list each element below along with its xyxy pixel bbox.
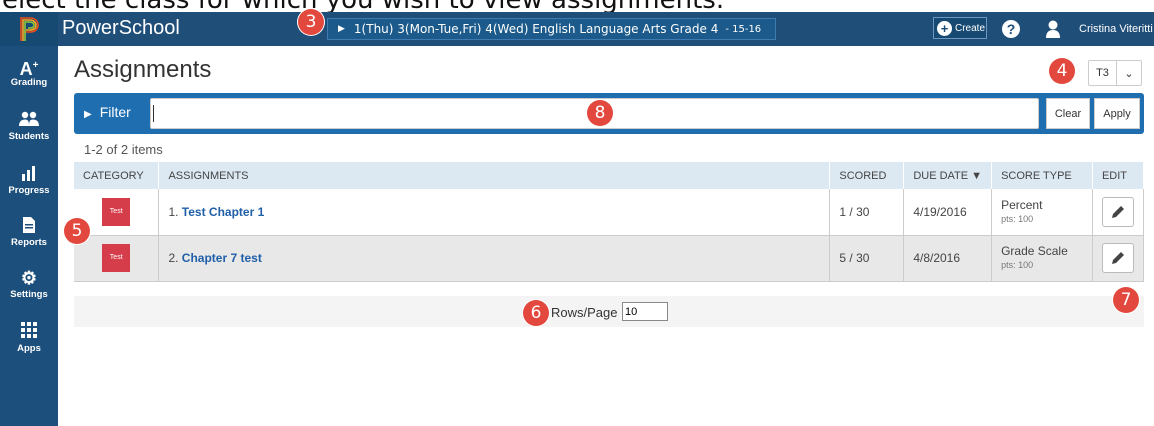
sidebar-item-label: Grading: [10, 77, 48, 88]
column-header-edit: EDIT: [1092, 162, 1145, 189]
score-type-label: Percent: [1001, 197, 1043, 212]
help-icon[interactable]: ?: [1002, 20, 1020, 38]
table-row: Test 1. Test Chapter 1 1 / 30 4/19/2016 …: [74, 189, 1145, 236]
class-selector-label: 1(Thu) 3(Mon-Tue,Fri) 4(Wed) English Lan…: [353, 22, 719, 36]
points-label: pts: 100: [1001, 260, 1034, 270]
sidebar-item-label: Settings: [10, 289, 48, 300]
sidebar-item-label: Apps: [17, 343, 41, 354]
filter-label: Filter: [99, 104, 131, 120]
table-header-row: CATEGORY ASSIGNMENTS SCORED DUE DATE ▼ S…: [74, 162, 1145, 189]
callout-marker: 5: [64, 218, 90, 244]
assignment-number: 2.: [168, 251, 179, 265]
apps-icon: [0, 322, 58, 342]
clear-button[interactable]: Clear: [1046, 98, 1090, 129]
callout-marker: 7: [1113, 287, 1139, 313]
pencil-icon: [1111, 252, 1124, 264]
sidebar-item-apps[interactable]: Apps: [0, 322, 58, 354]
pagination-bar: Rows/Page: [74, 296, 1144, 327]
text-caret: [153, 105, 154, 122]
page-title: Assignments: [74, 56, 212, 83]
sidebar: A+ Grading Students Progress Reports ⚙ S…: [0, 46, 58, 426]
column-header-scored: SCORED: [829, 162, 905, 189]
create-button[interactable]: + Create: [933, 17, 987, 39]
class-selector-button[interactable]: ▶ 1(Thu) 3(Mon-Tue,Fri) 4(Wed) English L…: [327, 18, 776, 40]
user-icon[interactable]: [1045, 19, 1061, 39]
user-name[interactable]: Cristina Viteritti: [1079, 23, 1153, 35]
pencil-icon: [1111, 205, 1124, 218]
column-header-score-type: SCORE TYPE: [991, 162, 1093, 189]
rows-per-page-label: Rows/Page: [551, 305, 618, 320]
sidebar-item-progress[interactable]: Progress: [0, 164, 58, 196]
powerschool-logo-icon: [20, 17, 39, 41]
column-header-assignments: ASSIGNMENTS: [158, 162, 831, 189]
term-label: T3: [1089, 61, 1117, 85]
category-cell: Test: [74, 235, 160, 282]
points-label: pts: 100: [1001, 213, 1034, 224]
edit-cell: [1092, 189, 1145, 236]
top-bar: PowerSchool ▶ 1(Thu) 3(Mon-Tue,Fri) 4(We…: [0, 12, 1154, 46]
assignment-link[interactable]: Test Chapter 1: [182, 205, 264, 219]
create-label: Create: [955, 22, 986, 34]
brand-name: PowerSchool: [62, 17, 180, 39]
sidebar-item-grading[interactable]: A+ Grading: [0, 56, 58, 88]
callout-marker: 3: [298, 9, 324, 35]
powerschool-logo[interactable]: [0, 12, 58, 46]
score-type-cell: Percent pts: 100: [991, 189, 1093, 236]
category-badge: Test: [102, 197, 131, 226]
assignment-link[interactable]: Chapter 7 test: [182, 251, 262, 265]
expand-triangle-icon: ▶: [338, 24, 345, 34]
assignment-cell: 1. Test Chapter 1: [158, 189, 831, 236]
reports-icon: [0, 216, 58, 236]
filter-toggle[interactable]: ▶ Filter: [84, 104, 131, 120]
due-date-cell: 4/8/2016: [903, 235, 993, 282]
score-type-cell: Grade Scale pts: 100: [991, 235, 1093, 282]
sidebar-item-label: Students: [8, 131, 50, 142]
scored-cell: 5 / 30: [829, 235, 905, 282]
progress-icon: [0, 164, 58, 184]
grading-icon: A+: [19, 59, 39, 79]
assignment-number: 1.: [168, 204, 179, 219]
class-year-label: - 15-16: [725, 23, 762, 35]
score-type-label: Grade Scale: [1001, 244, 1068, 258]
plus-icon: +: [937, 20, 952, 36]
sidebar-item-label: Reports: [11, 237, 47, 248]
callout-marker: 4: [1049, 58, 1075, 84]
assignment-cell: 2. Chapter 7 test: [158, 235, 831, 282]
expand-triangle-icon: ▶: [84, 109, 92, 120]
sidebar-item-reports[interactable]: Reports: [0, 216, 58, 248]
sidebar-item-settings[interactable]: ⚙ Settings: [0, 268, 58, 300]
due-date-cell: 4/19/2016: [903, 189, 993, 236]
category-badge: Test: [102, 244, 131, 272]
term-selector[interactable]: T3 ⌄: [1088, 60, 1142, 86]
assignments-table: CATEGORY ASSIGNMENTS SCORED DUE DATE ▼ S…: [74, 162, 1145, 282]
scored-cell: 1 / 30: [829, 189, 905, 236]
apply-button[interactable]: Apply: [1094, 98, 1140, 129]
settings-icon: ⚙: [20, 268, 38, 288]
callout-marker: 8: [587, 100, 613, 126]
students-icon: [0, 110, 58, 130]
callout-marker: 6: [523, 300, 549, 326]
sidebar-item-label: Progress: [8, 185, 50, 196]
chevron-down-icon: ⌄: [1124, 67, 1134, 80]
edit-button[interactable]: [1101, 243, 1134, 273]
sidebar-item-students[interactable]: Students: [0, 110, 58, 142]
edit-button[interactable]: [1101, 196, 1134, 227]
column-header-due-date[interactable]: DUE DATE ▼: [903, 162, 993, 189]
rows-per-page-input[interactable]: [622, 302, 668, 321]
edit-cell: [1092, 235, 1145, 282]
column-header-category: CATEGORY: [74, 162, 160, 189]
table-row: Test 2. Chapter 7 test 5 / 30 4/8/2016 G…: [74, 235, 1145, 282]
item-count: 1-2 of 2 items: [84, 142, 163, 157]
